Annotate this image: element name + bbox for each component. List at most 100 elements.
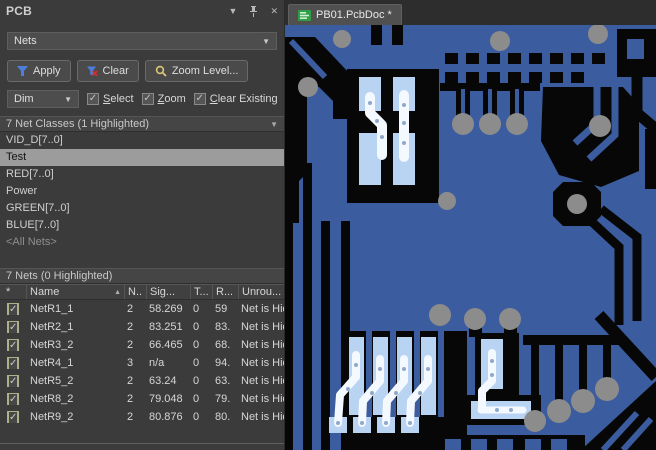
table-row[interactable]: ✓ NetR1_1 2 58.269 0 59 Net is Hid <box>0 300 284 318</box>
net-routed: 79. <box>215 393 231 405</box>
column-header-t[interactable]: T... <box>190 285 212 299</box>
net-unrouted: Net is Hid <box>241 321 284 333</box>
clear-existing-checkbox[interactable]: ✓ <box>193 93 206 105</box>
zoom-checkbox-group: ✓ Zoom <box>141 93 186 105</box>
net-unrouted: Net is Hid <box>241 411 284 423</box>
net-name: NetR3_2 <box>30 339 74 351</box>
mode-select[interactable]: Nets ▼ <box>7 32 277 50</box>
clear-button[interactable]: Clear <box>76 60 139 82</box>
net-unrouted: Net is Hid <box>241 357 284 369</box>
net-t: 0 <box>193 411 200 423</box>
net-routed: 59 <box>215 303 228 315</box>
net-routed: 94. <box>215 357 231 369</box>
dim-select[interactable]: Dim ▼ <box>7 90 79 108</box>
net-nodes: 2 <box>127 321 134 333</box>
net-signal: 66.465 <box>149 339 183 351</box>
apply-button[interactable]: Apply <box>7 60 71 82</box>
panel-footer <box>0 443 284 450</box>
chevron-down-icon[interactable]: ▼ <box>270 120 278 129</box>
document-area: PB01.PcbDoc * <box>285 0 656 450</box>
net-classes-header-label: 7 Net Classes (1 Highlighted) <box>6 118 150 130</box>
net-t: 0 <box>193 321 200 333</box>
column-header-unrouted[interactable]: Unrou... <box>238 285 284 299</box>
column-header-check[interactable]: * <box>0 285 26 299</box>
column-header-signal[interactable]: Sig... <box>146 285 190 299</box>
net-routed: 80. <box>215 411 231 423</box>
clear-button-label: Clear <box>102 65 129 77</box>
mode-select-value: Nets <box>14 35 37 47</box>
net-routed: 83. <box>215 321 231 333</box>
table-row[interactable]: ✓ NetR8_2 2 79.048 0 79. Net is Hid <box>0 390 284 408</box>
zoom-level-button[interactable]: Zoom Level... <box>144 60 249 82</box>
net-class-item-selected[interactable]: Test <box>0 149 284 166</box>
pin-icon[interactable] <box>249 5 258 17</box>
net-nodes: 2 <box>127 339 134 351</box>
net-unrouted: Net is Hid <box>241 303 284 315</box>
table-row[interactable]: ✓ NetR2_1 2 83.251 0 83. Net is Hid <box>0 318 284 336</box>
net-class-item[interactable]: BLUE[7..0] <box>0 217 284 234</box>
net-class-item-all-nets[interactable]: <All Nets> <box>0 234 284 251</box>
select-checkbox-label: Select <box>103 93 134 105</box>
net-name: NetR5_2 <box>30 375 74 387</box>
magnifier-icon <box>155 65 167 77</box>
row-checkbox[interactable]: ✓ <box>7 321 20 333</box>
zoom-checkbox[interactable]: ✓ <box>141 93 154 105</box>
net-name: NetR2_1 <box>30 321 74 333</box>
net-name: NetR4_1 <box>30 357 74 369</box>
net-unrouted: Net is Hid <box>241 339 284 351</box>
row-checkbox[interactable]: ✓ <box>7 393 20 405</box>
pcb-panel-header: PCB ▼ ✕ <box>0 0 284 22</box>
row-checkbox[interactable]: ✓ <box>7 411 20 423</box>
net-routed: 68. <box>215 339 231 351</box>
net-class-item[interactable]: RED[7..0] <box>0 166 284 183</box>
column-header-name[interactable]: Name ▲ <box>26 285 124 299</box>
net-class-item[interactable]: VID_D[7..0] <box>0 132 284 149</box>
column-header-routed[interactable]: R... <box>212 285 238 299</box>
net-classes-header: 7 Net Classes (1 Highlighted) ▼ <box>0 116 284 132</box>
net-signal: n/a <box>149 357 165 369</box>
funnel-icon <box>17 65 28 76</box>
panel-header-icons: ▼ ✕ <box>229 5 278 17</box>
apply-button-label: Apply <box>33 65 61 77</box>
close-icon[interactable]: ✕ <box>270 6 278 17</box>
tab-pcbdoc[interactable]: PB01.PcbDoc * <box>288 4 402 25</box>
chevron-down-icon: ▼ <box>262 36 270 46</box>
net-signal: 83.251 <box>149 321 183 333</box>
net-nodes: 2 <box>127 303 134 315</box>
table-row[interactable]: ✓ NetR5_2 2 63.24 0 63. Net is Hid <box>0 372 284 390</box>
sort-ascending-icon: ▲ <box>114 288 121 296</box>
panel-title: PCB <box>6 4 32 18</box>
dim-select-value: Dim <box>14 93 34 105</box>
clear-existing-checkbox-label: Clear Existing <box>209 93 278 105</box>
chevron-down-icon: ▼ <box>64 94 72 104</box>
zoom-level-button-label: Zoom Level... <box>171 65 239 77</box>
row-checkbox[interactable]: ✓ <box>7 375 20 387</box>
pcb-panel-body: Nets ▼ Apply Clear Zoom Level... Dim ▼ ✓… <box>0 22 284 450</box>
net-t: 0 <box>193 303 200 315</box>
net-signal: 63.24 <box>149 375 177 387</box>
pcb-editor-view[interactable] <box>285 25 656 450</box>
nets-table: * Name ▲ N.. Sig... T... R... Unrou... ✓… <box>0 284 284 426</box>
filter-toolbar: Apply Clear Zoom Level... <box>0 60 284 82</box>
row-checkbox[interactable]: ✓ <box>7 357 20 369</box>
table-row[interactable]: ✓ NetR9_2 2 80.876 0 80. Net is Hid <box>0 408 284 426</box>
panel-menu-icon[interactable]: ▼ <box>229 6 238 16</box>
net-class-item[interactable]: GREEN[7..0] <box>0 200 284 217</box>
table-row[interactable]: ✓ NetR3_2 2 66.465 0 68. Net is Hid <box>0 336 284 354</box>
net-unrouted: Net is Hid <box>241 375 284 387</box>
net-name: NetR9_2 <box>30 411 74 423</box>
row-checkbox[interactable]: ✓ <box>7 339 20 351</box>
net-nodes: 2 <box>127 393 134 405</box>
select-checkbox-group: ✓ Select <box>87 93 134 105</box>
row-checkbox[interactable]: ✓ <box>7 303 20 315</box>
clear-existing-checkbox-group: ✓ Clear Existing <box>193 93 278 105</box>
net-unrouted: Net is Hid <box>241 393 284 405</box>
select-checkbox[interactable]: ✓ <box>87 93 99 105</box>
net-class-item[interactable]: Power <box>0 183 284 200</box>
zoom-checkbox-label: Zoom <box>157 93 186 105</box>
table-row[interactable]: ✓ NetR4_1 3 n/a 0 94. Net is Hid <box>0 354 284 372</box>
dim-options-row: Dim ▼ ✓ Select ✓ Zoom ✓ Clear Existing <box>0 90 284 108</box>
column-header-nodes[interactable]: N.. <box>124 285 146 299</box>
net-t: 0 <box>193 393 200 405</box>
